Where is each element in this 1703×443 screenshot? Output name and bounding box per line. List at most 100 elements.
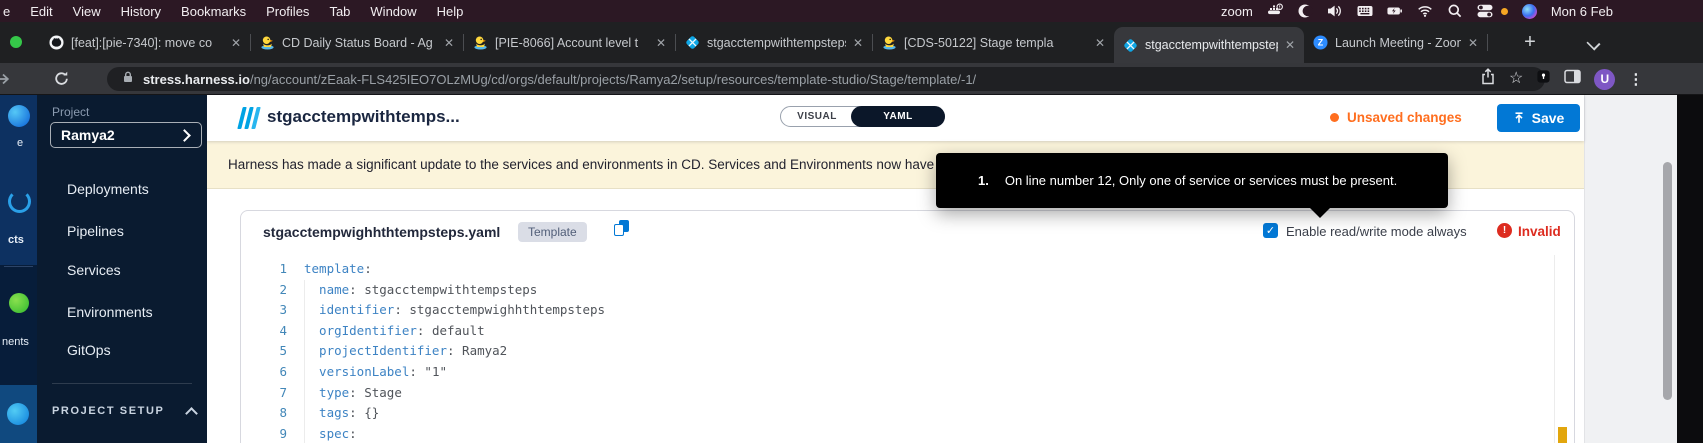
tab-cd-status-board[interactable]: CD Daily Status Board - Ag	[251, 22, 463, 63]
readwrite-checkbox[interactable]	[1263, 223, 1278, 238]
yaml-value: stgacctempwithtempsteps	[357, 280, 538, 301]
code-line[interactable]: 6 versionLabel: "1"	[241, 362, 1550, 383]
forward-icon[interactable]	[0, 71, 11, 92]
yaml-value: stgacctempwighhthtempsteps	[402, 300, 605, 321]
tab-search-chevron-icon[interactable]	[1586, 36, 1600, 50]
menubar-item-profiles[interactable]: Profiles	[266, 4, 309, 19]
control-center-icon[interactable]	[1477, 3, 1493, 19]
page-title: stgacctempwithtemps...	[267, 107, 460, 127]
menubar-item-window[interactable]: Window	[370, 4, 416, 19]
code-line[interactable]: 2 name: stgacctempwithtempsteps	[241, 280, 1550, 301]
projects-module-icon[interactable]	[8, 190, 31, 213]
battery-charging-icon[interactable]	[1387, 3, 1403, 19]
harness-icon	[1123, 38, 1138, 53]
sidebar-item-gitops[interactable]: GitOps	[67, 342, 111, 358]
tab-zoom-meeting[interactable]: Z Launch Meeting - Zoom	[1304, 22, 1487, 63]
line-number: 5	[241, 341, 287, 362]
docker-whale-icon[interactable]	[1267, 3, 1283, 19]
tab-harness-template-active[interactable]: stgacctempwithtempsteps	[1114, 27, 1304, 63]
home-module-icon[interactable]	[8, 105, 30, 127]
yaml-key: versionLabel	[304, 362, 409, 383]
chevron-up-icon	[185, 407, 198, 420]
menubar-item-history[interactable]: History	[121, 4, 161, 19]
rail-label-fragment-home: e	[17, 137, 23, 149]
sidebar-section-project-setup[interactable]: PROJECT SETUP	[52, 405, 165, 417]
toolbar-right-icons: ☆ U ⋮	[1480, 67, 1643, 91]
banner-text: Harness has made a significant update to…	[228, 141, 1059, 188]
share-icon[interactable]	[1480, 68, 1496, 90]
visual-yaml-toggle[interactable]: VISUAL YAML	[780, 106, 945, 127]
siri-icon[interactable]	[1522, 4, 1537, 19]
tab-pie-8066[interactable]: [PIE-8066] Account level t	[464, 22, 675, 63]
reload-icon[interactable]	[53, 70, 70, 92]
menubar-item-help[interactable]: Help	[437, 4, 464, 19]
harness-template-icon	[240, 107, 260, 129]
toggle-yaml[interactable]: YAML	[851, 106, 945, 127]
template-studio-header: stgacctempwithtemps... VISUAL YAML Unsav…	[207, 95, 1584, 141]
profile-avatar[interactable]: U	[1594, 69, 1615, 90]
extension-icon[interactable]	[1536, 69, 1551, 89]
tab-cds-50122[interactable]: [CDS-50122] Stage templa	[873, 22, 1114, 63]
menubar-item-view[interactable]: View	[73, 4, 101, 19]
sidebar-item-deployments[interactable]: Deployments	[67, 181, 149, 197]
builds-module-icon[interactable]	[7, 403, 29, 425]
unsaved-changes-status: Unsaved changes	[1330, 110, 1462, 125]
bookmark-star-icon[interactable]: ☆	[1509, 71, 1523, 87]
close-icon[interactable]	[231, 36, 241, 50]
project-selector[interactable]: Ramya2	[50, 122, 202, 148]
tab-github-pr[interactable]: [feat]:[pie-7340]: move co	[40, 22, 250, 63]
invalid-status[interactable]: Invalid	[1518, 224, 1561, 239]
rail-divider	[4, 266, 33, 267]
code-line[interactable]: 4 orgIdentifier: default	[241, 321, 1550, 342]
code-line[interactable]: 5 projectIdentifier: Ramya2	[241, 341, 1550, 362]
zoom-icon: Z	[1313, 35, 1328, 50]
browser-menu-icon[interactable]: ⋮	[1628, 70, 1643, 88]
address-bar[interactable]: stress.harness.io/ng/account/zEaak-FLS42…	[107, 67, 1545, 91]
zoom-app-menu[interactable]: zoom	[1221, 4, 1253, 19]
close-icon[interactable]	[1095, 36, 1105, 50]
close-icon[interactable]	[853, 36, 863, 50]
menubar-clock[interactable]: Mon 6 Feb	[1551, 4, 1613, 19]
deployments-module-icon[interactable]	[9, 293, 29, 313]
lock-icon[interactable]	[121, 70, 135, 89]
spotlight-search-icon[interactable]	[1447, 3, 1463, 19]
volume-icon[interactable]	[1327, 3, 1343, 19]
close-icon[interactable]	[1468, 36, 1478, 50]
close-icon[interactable]	[444, 36, 454, 50]
menubar-item-edit[interactable]: Edit	[30, 4, 52, 19]
wifi-icon[interactable]	[1417, 3, 1433, 19]
save-button[interactable]: Save	[1497, 104, 1580, 132]
menubar-item-bookmarks[interactable]: Bookmarks	[181, 4, 246, 19]
toggle-visual[interactable]: VISUAL	[781, 107, 853, 126]
sidebar-item-pipelines[interactable]: Pipelines	[67, 223, 124, 239]
yaml-colon: :	[417, 321, 425, 342]
code-line[interactable]: 9 spec:	[241, 424, 1550, 443]
keyboard-icon[interactable]	[1357, 3, 1373, 19]
code-line[interactable]: 3 identifier: stgacctempwighhthtempsteps	[241, 300, 1550, 321]
code-line[interactable]: 1template:	[241, 259, 1550, 280]
sidebar-item-environments[interactable]: Environments	[67, 304, 153, 320]
code-line[interactable]: 7 type: Stage	[241, 383, 1550, 404]
close-icon[interactable]	[1285, 38, 1295, 52]
tab-title: [PIE-8066] Account level t	[495, 36, 649, 50]
tab-harness-template-1[interactable]: stgacctempwithtempsteps	[676, 22, 872, 63]
yaml-code[interactable]: 1template: 2 name: stgacctempwithtempste…	[241, 259, 1550, 443]
menubar-item-partial[interactable]: e	[3, 4, 10, 19]
new-tab-button[interactable]: +	[1518, 30, 1542, 54]
menubar-item-tab[interactable]: Tab	[329, 4, 350, 19]
readwrite-checkbox-label: Enable read/write mode always	[1286, 224, 1467, 239]
macos-menubar: e Edit View History Bookmarks Profiles T…	[0, 0, 1703, 22]
tooltip-error-text: On line number 12, Only one of service o…	[1005, 173, 1397, 188]
yaml-colon: :	[349, 280, 357, 301]
line-number: 7	[241, 383, 287, 404]
side-panel-icon[interactable]	[1564, 69, 1581, 89]
tooltip-error-number: 1.	[978, 173, 989, 188]
page-scrollbar[interactable]	[1663, 162, 1672, 400]
window-control-green[interactable]	[10, 36, 22, 48]
crescent-icon[interactable]	[1297, 3, 1313, 19]
sidebar-item-services[interactable]: Services	[67, 262, 121, 278]
code-line[interactable]: 8 tags: {}	[241, 403, 1550, 424]
yaml-key: name	[304, 280, 349, 301]
close-icon[interactable]	[656, 36, 666, 50]
copy-icon[interactable]	[614, 220, 632, 238]
